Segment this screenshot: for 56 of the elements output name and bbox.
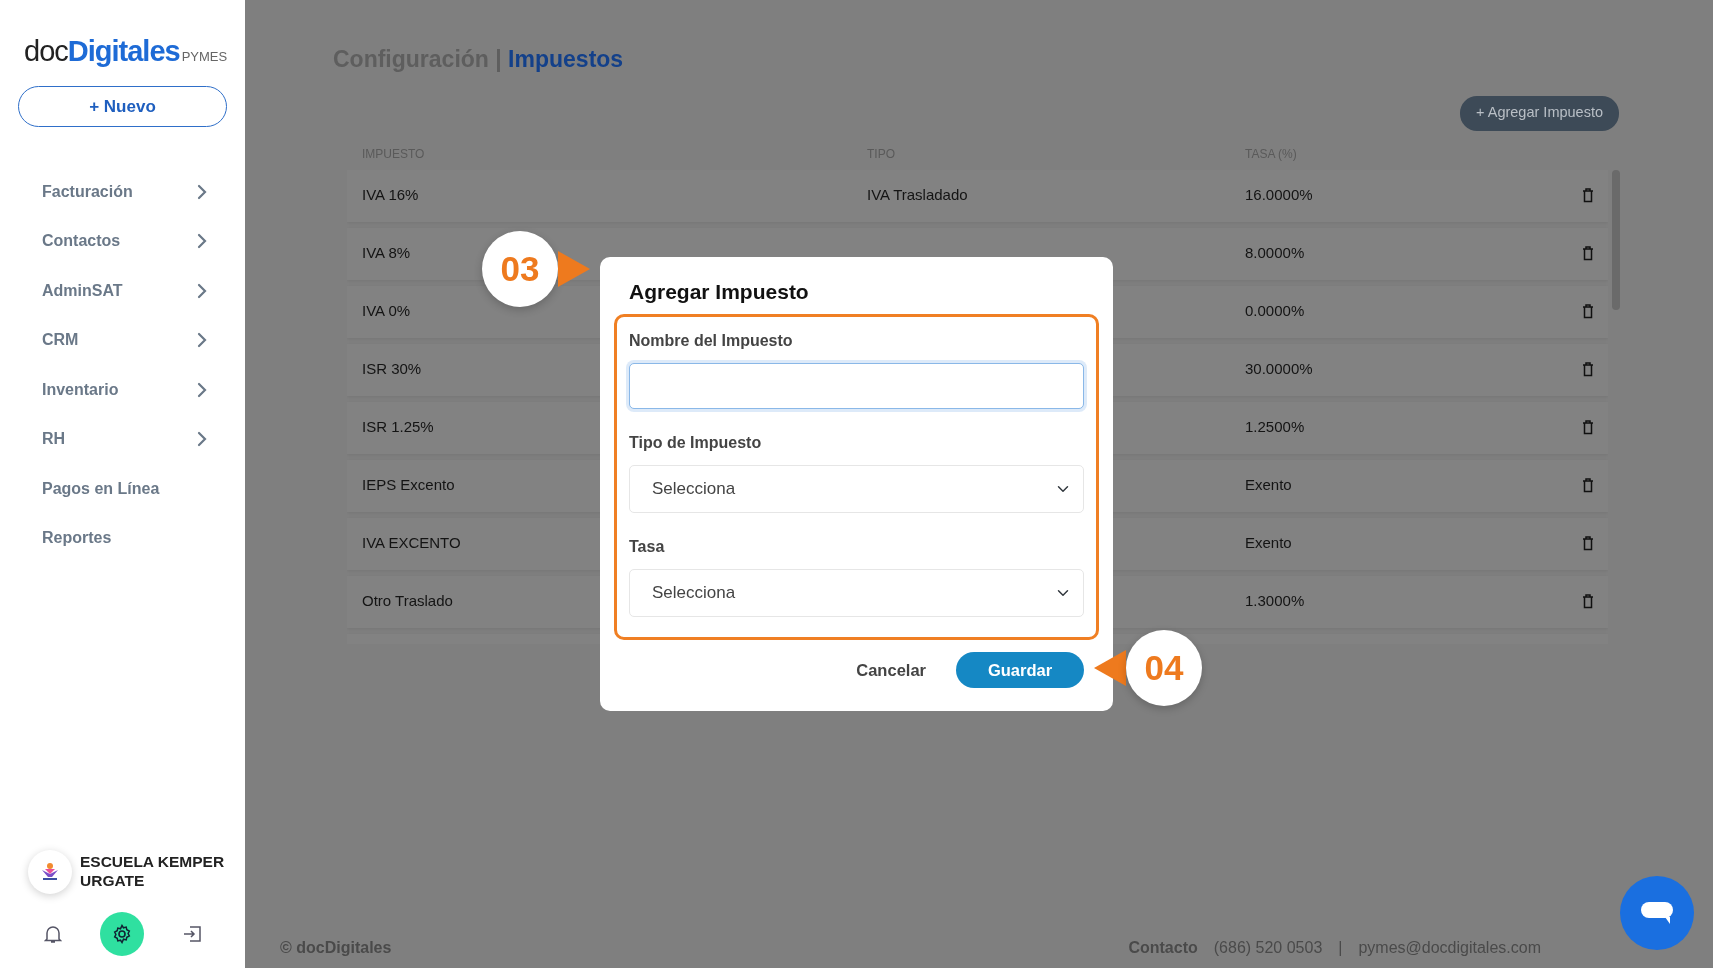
user-name: ESCUELA KEMPER URGATE — [80, 853, 226, 891]
add-tax-button[interactable]: + Agregar Impuesto — [1460, 95, 1619, 131]
chevron-right-icon[interactable] — [197, 332, 207, 349]
settings-icon[interactable] — [100, 912, 145, 956]
table-cell-text: ISR 30% — [362, 359, 422, 380]
modal-title: Agregar Impuesto — [628, 279, 810, 305]
sidebar-item[interactable]: Facturación — [42, 179, 133, 204]
sidebar-item[interactable]: RH — [42, 427, 66, 452]
trash-icon[interactable] — [1582, 594, 1594, 609]
table-cell-text: IVA 0% — [362, 301, 411, 322]
table-cell-text: 1.3000% — [1245, 591, 1305, 612]
sidebar-item[interactable]: Pagos en Línea — [42, 476, 160, 501]
chevron-right-icon[interactable] — [197, 233, 207, 250]
table-cell-text: IEPS Excento — [362, 475, 455, 496]
separator-text: | — [1338, 938, 1343, 958]
sidebar-item[interactable]: Reportes — [42, 526, 112, 551]
select-field[interactable]: Selecciona — [629, 569, 1084, 618]
field-label: Nombre del Impuesto — [629, 331, 794, 352]
table-cell-text: Exento — [1245, 475, 1292, 496]
table-cell-text: Exento — [1245, 533, 1292, 554]
table-cell-text: IVA 16% — [362, 185, 419, 206]
avatar — [28, 850, 72, 894]
table-cell-text: IVA Trasladado — [867, 185, 968, 206]
sidebar-item[interactable]: Inventario — [42, 377, 119, 402]
select-field[interactable]: Selecciona — [629, 465, 1084, 514]
chevron-right-icon[interactable] — [197, 183, 207, 200]
trash-icon[interactable] — [1582, 304, 1594, 319]
trash-icon[interactable] — [1582, 246, 1594, 261]
field-label: Tasa — [629, 537, 666, 558]
chevron-right-icon[interactable] — [197, 431, 207, 448]
table-cell-text: 8.0000% — [1245, 243, 1305, 264]
trash-icon[interactable] — [1582, 188, 1594, 203]
logo: docDigitalesPYMES — [23, 34, 227, 66]
table-cell-text: 0.0000% — [1245, 301, 1305, 322]
trash-icon[interactable] — [1582, 536, 1594, 551]
table-cell-text: 30.0000% — [1245, 359, 1313, 380]
chevron-right-icon[interactable] — [197, 381, 207, 398]
cancel-button[interactable]: Cancelar — [850, 656, 932, 684]
sidebar-item[interactable]: AdminSAT — [42, 278, 123, 303]
table-cell-text: ISR 1.25% — [362, 417, 434, 438]
sidebar-item[interactable]: Contactos — [42, 229, 121, 254]
step-number: 04 — [1126, 630, 1202, 706]
trash-icon[interactable] — [1582, 478, 1594, 493]
chevron-right-icon[interactable] — [197, 282, 207, 299]
trash-icon[interactable] — [1582, 362, 1594, 377]
input-field[interactable] — [629, 363, 1084, 410]
new-button[interactable]: + Nuevo — [18, 86, 227, 127]
field-label: Tipo de Impuesto — [629, 433, 763, 454]
sidebar-item[interactable]: CRM — [42, 328, 79, 353]
table-cell-text: IVA 8% — [362, 243, 411, 264]
table-cell-text: 16.0000% — [1245, 185, 1313, 206]
table-cell-text: 1.2500% — [1245, 417, 1305, 438]
table-cell-text: Otro Traslado — [362, 591, 453, 612]
trash-icon[interactable] — [1582, 420, 1594, 435]
table-cell-text: IVA EXCENTO — [362, 533, 461, 554]
save-button[interactable]: Guardar — [956, 652, 1084, 689]
